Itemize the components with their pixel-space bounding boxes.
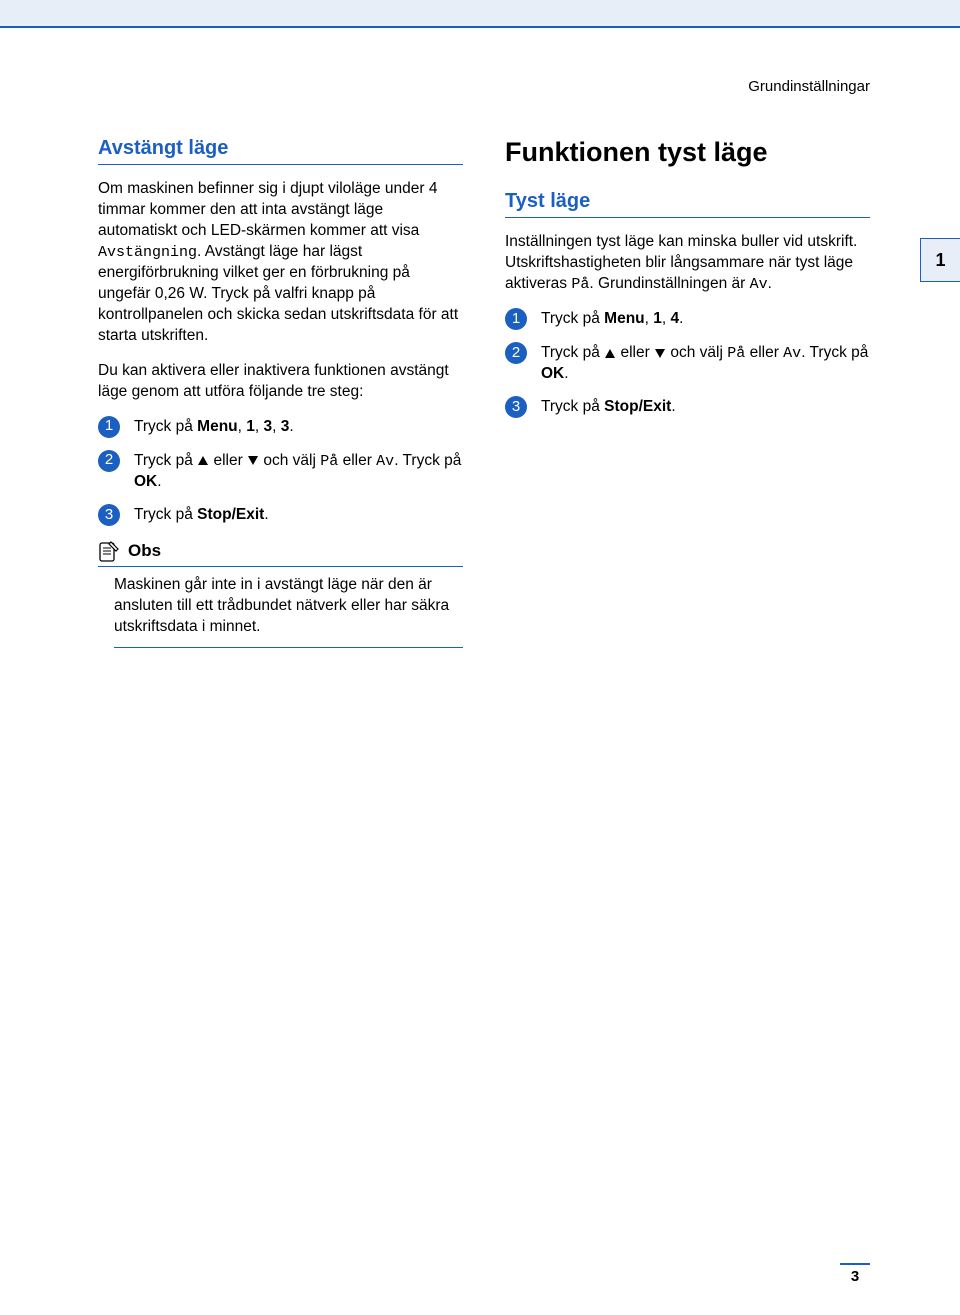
step-item: 1 Tryck på Menu, 1, 4. — [505, 309, 870, 331]
paragraph: Om maskinen befinner sig i djupt viloläg… — [98, 179, 463, 347]
step-number-badge: 1 — [505, 308, 527, 330]
triangle-up-icon — [198, 456, 208, 465]
triangle-down-icon — [655, 349, 665, 358]
left-column: Avstängt läge Om maskinen befinner sig i… — [98, 137, 463, 648]
triangle-up-icon — [605, 349, 615, 358]
step-text: Tryck på Stop/Exit. — [134, 505, 463, 527]
note-body: Maskinen går inte in i avstängt läge när… — [114, 575, 463, 649]
step-item: 2 Tryck på eller och välj På eller Av. T… — [505, 343, 870, 385]
step-number-badge: 3 — [505, 396, 527, 418]
step-text: Tryck på Menu, 1, 3, 3. — [134, 417, 463, 439]
note-title: Obs — [128, 541, 161, 561]
step-list: 1 Tryck på Menu, 1, 4. 2 Tryck på eller … — [505, 309, 870, 419]
step-text: Tryck på eller och välj På eller Av. Try… — [541, 343, 870, 385]
section-heading-quiet-mode: Tyst läge — [505, 190, 870, 218]
right-column: Funktionen tyst läge Tyst läge Inställni… — [505, 137, 870, 648]
step-list: 1 Tryck på Menu, 1, 3, 3. 2 Tryck på ell… — [98, 417, 463, 527]
step-text: Tryck på Stop/Exit. — [541, 397, 870, 419]
page-number: 3 — [840, 1263, 870, 1285]
paragraph: Inställningen tyst läge kan minska bulle… — [505, 232, 870, 295]
step-item: 3 Tryck på Stop/Exit. — [505, 397, 870, 419]
top-band — [0, 0, 960, 28]
triangle-down-icon — [248, 456, 258, 465]
content-area: Avstängt läge Om maskinen befinner sig i… — [0, 137, 960, 648]
section-heading-off-mode: Avstängt läge — [98, 137, 463, 165]
chapter-tab-number: 1 — [935, 250, 945, 271]
step-item: 3 Tryck på Stop/Exit. — [98, 505, 463, 527]
chapter-tab: 1 — [920, 238, 960, 282]
step-number-badge: 2 — [98, 450, 120, 472]
note-heading: Obs — [98, 539, 463, 567]
step-text: Tryck på eller och välj På eller Av. Try… — [134, 451, 463, 493]
running-header: Grundinställningar — [0, 78, 960, 95]
step-text: Tryck på Menu, 1, 4. — [541, 309, 870, 331]
step-item: 1 Tryck på Menu, 1, 3, 3. — [98, 417, 463, 439]
step-item: 2 Tryck på eller och välj På eller Av. T… — [98, 451, 463, 493]
step-number-badge: 3 — [98, 504, 120, 526]
step-number-badge: 1 — [98, 416, 120, 438]
note-icon — [98, 539, 120, 563]
main-heading-quiet-mode: Funktionen tyst läge — [505, 137, 870, 168]
step-number-badge: 2 — [505, 342, 527, 364]
paragraph: Du kan aktivera eller inaktivera funktio… — [98, 361, 463, 403]
